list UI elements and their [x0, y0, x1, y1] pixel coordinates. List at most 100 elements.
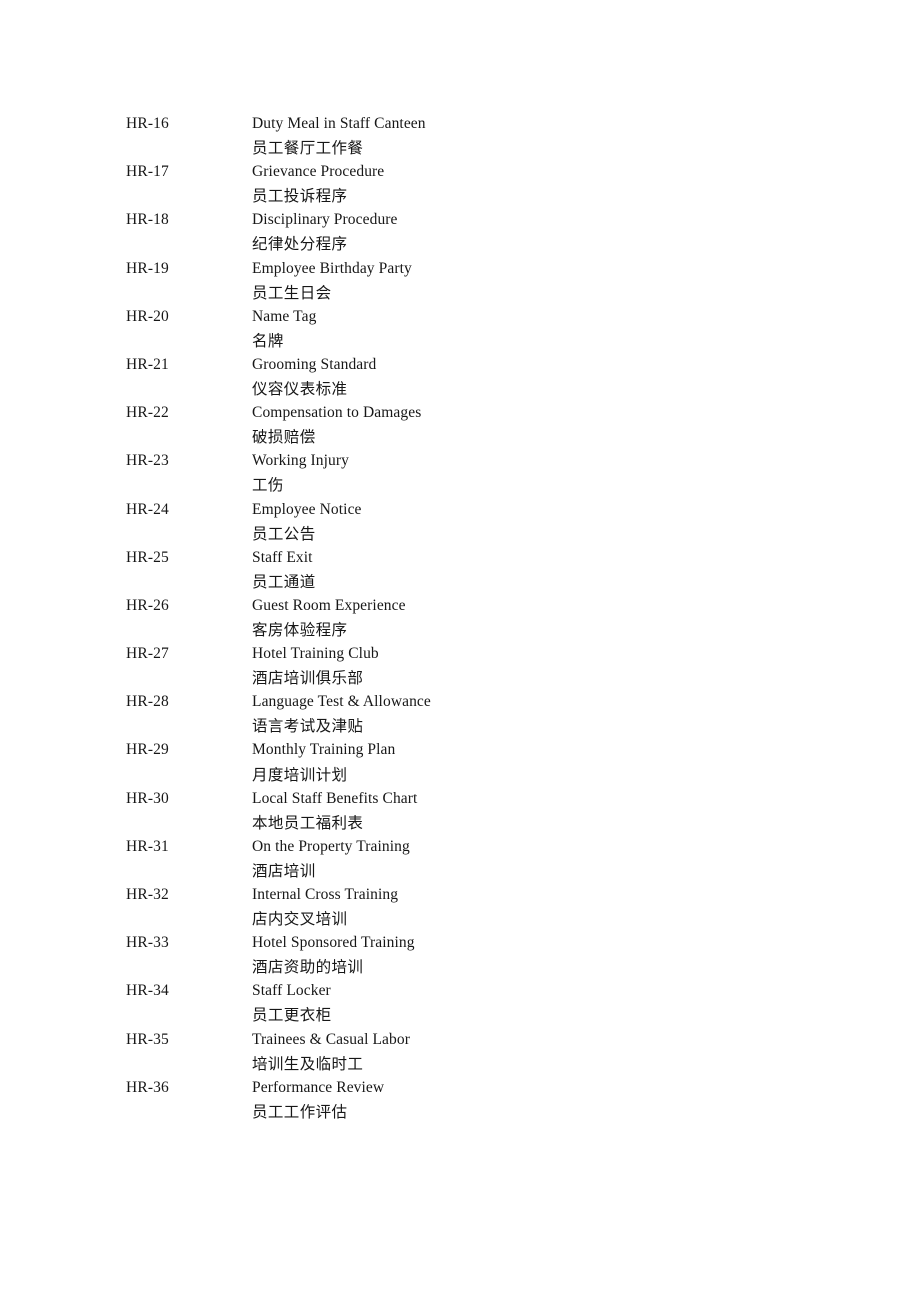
policy-title-en: Compensation to Damages	[252, 404, 422, 422]
policy-code: HR-18	[126, 211, 169, 229]
policy-title-en: Hotel Training Club	[252, 645, 379, 663]
policy-title-zh: 纪律处分程序	[252, 235, 348, 254]
policy-title-en: Trainees & Casual Labor	[252, 1030, 410, 1048]
policy-title-en: On the Property Training	[252, 837, 410, 855]
document-body: HR-16 Duty Meal in Staff Canteen 员工餐厅工作餐 HR…	[0, 112, 920, 1124]
policy-row: HR-33 Hotel Sponsored Training 酒店资助的培训	[0, 931, 920, 979]
policy-title-en: Grooming Standard	[252, 355, 377, 373]
policy-title-cell: Disciplinary Procedure 纪律处分程序	[252, 208, 732, 256]
policy-title-cell: Employee Notice 员工公告	[252, 498, 732, 546]
policy-title-cell: Performance Review 员工工作评估	[252, 1076, 732, 1124]
policy-code: HR-32	[126, 886, 169, 903]
policy-code: HR-19	[126, 259, 169, 277]
policy-row: HR-20 Name Tag 名牌	[0, 305, 920, 353]
policy-title-en: Local Staff Benefits Chart	[252, 789, 418, 807]
policy-title-cell: Language Test & Allowance 语言考试及津贴	[252, 690, 732, 738]
policy-row: HR-25 Staff Exit 员工通道	[0, 546, 920, 594]
policy-title-zh: 员工投诉程序	[252, 187, 348, 206]
policy-title-zh: 员工通道	[252, 572, 316, 591]
policy-title-zh: 月度培训计划	[252, 765, 348, 784]
policy-title-cell: Internal Cross Training 店内交叉培训	[252, 883, 732, 931]
policy-row: HR-28 Language Test & Allowance 语言考试及津贴	[0, 690, 920, 738]
policy-title-cell: On the Property Training 酒店培训	[252, 835, 732, 883]
policy-row: HR-36 Performance Review 员工工作评估	[0, 1076, 920, 1124]
policy-code: HR-22	[126, 404, 169, 422]
policy-title-cell: Trainees & Casual Labor 培训生及临时工	[252, 1028, 732, 1076]
policy-code: HR-34	[126, 982, 169, 1000]
policy-row: HR-27 Hotel Training Club 酒店培训俱乐部	[0, 642, 920, 690]
policy-title-zh: 客房体验程序	[252, 620, 348, 639]
policy-title-cell: Hotel Training Club 酒店培训俱乐部	[252, 642, 732, 690]
document-page: HR-16 Duty Meal in Staff Canteen 员工餐厅工作餐 HR…	[0, 0, 920, 1302]
policy-title-en: Working Injury	[252, 452, 350, 470]
policy-title-zh: 酒店资助的培训	[252, 958, 364, 977]
policy-title-en: Monthly Training Plan	[252, 741, 396, 759]
policy-title-en: Employee Notice	[252, 500, 362, 518]
policy-code: HR-36	[126, 1078, 169, 1096]
policy-code: HR-31	[126, 837, 169, 855]
policy-title-zh: 语言考试及津贴	[252, 717, 364, 736]
policy-title-cell: Grievance Procedure 员工投诉程序	[252, 160, 732, 208]
policy-row: HR-17 Grievance Procedure 员工投诉程序	[0, 160, 920, 208]
policy-title-zh: 破损赔偿	[252, 428, 316, 447]
policy-title-en: Name Tag	[252, 307, 317, 325]
policy-title-cell: Guest Room Experience 客房体验程序	[252, 594, 732, 642]
policy-title-zh: 酒店培训俱乐部	[252, 669, 364, 688]
policy-title-en: Employee Birthday Party	[252, 259, 412, 277]
policy-title-zh: 员工公告	[252, 524, 316, 543]
policy-code: HR-16	[126, 115, 169, 132]
policy-title-cell: Employee Birthday Party 员工生日会	[252, 257, 732, 305]
policy-title-cell: Staff Locker 员工更衣柜	[252, 979, 732, 1027]
policy-title-zh: 员工餐厅工作餐	[252, 139, 364, 158]
policy-title-en: Internal Cross Training	[252, 886, 399, 903]
policy-title-cell: Hotel Sponsored Training 酒店资助的培训	[252, 931, 732, 979]
policy-title-zh: 本地员工福利表	[252, 813, 364, 832]
policy-row: HR-31 On the Property Training 酒店培训	[0, 835, 920, 883]
policy-title-cell: Compensation to Damages 破损赔偿	[252, 401, 732, 449]
policy-row: HR-32 Internal Cross Training 店内交叉培训	[0, 883, 920, 931]
policy-code: HR-33	[126, 934, 169, 952]
policy-index-list: HR-16 Duty Meal in Staff Canteen 员工餐厅工作餐 HR…	[0, 112, 920, 1124]
policy-code: HR-29	[126, 741, 169, 759]
policy-row: HR-35 Trainees & Casual Labor 培训生及临时工	[0, 1028, 920, 1076]
policy-title-zh: 工伤	[252, 476, 284, 495]
policy-row: HR-24 Employee Notice 员工公告	[0, 498, 920, 546]
policy-title-cell: Monthly Training Plan 月度培训计划	[252, 738, 732, 786]
policy-code: HR-27	[126, 645, 169, 663]
policy-code: HR-25	[126, 548, 169, 566]
policy-code: HR-21	[126, 355, 169, 373]
policy-code: HR-24	[126, 500, 169, 518]
policy-title-en: Language Test & Allowance	[252, 693, 431, 711]
policy-row: HR-29 Monthly Training Plan 月度培训计划	[0, 738, 920, 786]
policy-row: HR-34 Staff Locker 员工更衣柜	[0, 979, 920, 1027]
policy-code: HR-23	[126, 452, 169, 470]
policy-title-cell: Duty Meal in Staff Canteen 员工餐厅工作餐	[252, 112, 732, 160]
policy-row: HR-22 Compensation to Damages 破损赔偿	[0, 401, 920, 449]
policy-title-zh: 名牌	[252, 331, 284, 350]
policy-title-en: Hotel Sponsored Training	[252, 934, 415, 952]
policy-code: HR-20	[126, 307, 169, 325]
policy-title-cell: Name Tag 名牌	[252, 305, 732, 353]
policy-row: HR-18 Disciplinary Procedure 纪律处分程序	[0, 208, 920, 256]
policy-title-zh: 店内交叉培训	[252, 910, 348, 929]
policy-title-zh: 培训生及临时工	[252, 1054, 364, 1073]
policy-title-zh: 员工生日会	[252, 283, 332, 302]
policy-title-zh: 员工更衣柜	[252, 1006, 332, 1025]
policy-code: HR-17	[126, 163, 169, 181]
policy-row: HR-21 Grooming Standard 仪容仪表标准	[0, 353, 920, 401]
policy-title-zh: 仪容仪表标准	[252, 380, 348, 399]
policy-title-zh: 员工工作评估	[252, 1102, 348, 1121]
policy-code: HR-30	[126, 789, 169, 807]
policy-title-en: Performance Review	[252, 1078, 385, 1096]
policy-title-zh: 酒店培训	[252, 861, 316, 880]
policy-code: HR-28	[126, 693, 169, 711]
policy-title-en: Staff Exit	[252, 548, 313, 566]
policy-title-en: Staff Locker	[252, 982, 331, 1000]
policy-row: HR-30 Local Staff Benefits Chart 本地员工福利表	[0, 787, 920, 835]
policy-row: HR-23 Working Injury 工伤	[0, 449, 920, 497]
policy-title-en: Grievance Procedure	[252, 163, 385, 181]
policy-title-en: Guest Room Experience	[252, 596, 406, 614]
policy-title-cell: Working Injury 工伤	[252, 449, 732, 497]
policy-title-cell: Local Staff Benefits Chart 本地员工福利表	[252, 787, 732, 835]
policy-code: HR-26	[126, 596, 169, 614]
